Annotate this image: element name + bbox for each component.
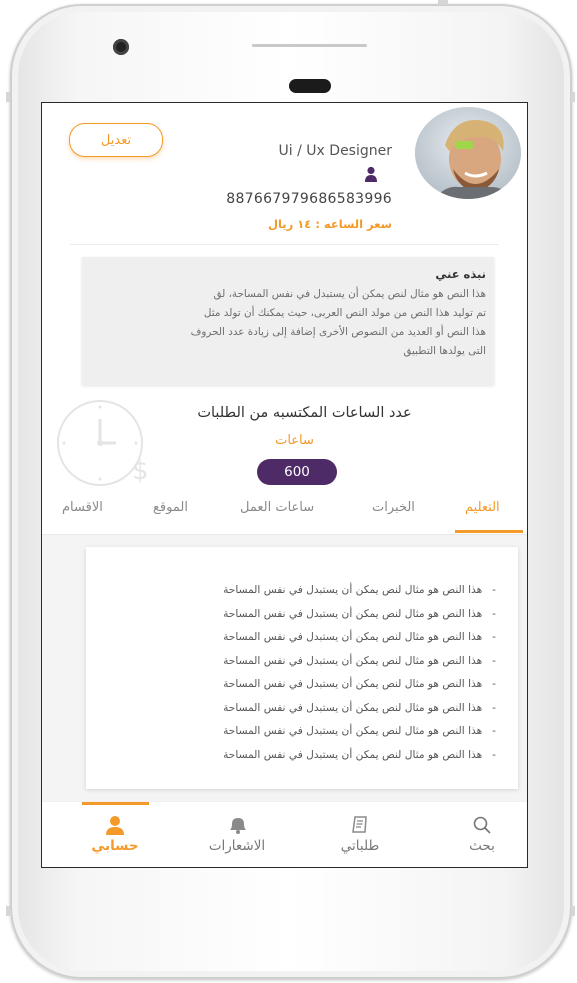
earpiece — [289, 79, 331, 93]
side-button — [6, 92, 10, 102]
side-button — [571, 906, 575, 916]
edit-profile-button[interactable]: تعديل — [69, 123, 163, 157]
about-line: هذا النص أو العديد من النصوص الأخرى إضاف… — [190, 326, 486, 338]
hours-title: عدد الساعات المكتسبه من الطلبات — [197, 405, 412, 421]
list-item: -هذا النص هو مثال لنص يمكن أن يستبدل في … — [223, 748, 496, 761]
profile-tabs: التعليم الخبرات ساعات العمل الموقع الاقس… — [42, 498, 527, 535]
tab-education[interactable]: التعليم — [465, 500, 500, 515]
side-button — [571, 92, 575, 102]
orders-icon — [352, 816, 367, 833]
tab-experience[interactable]: الخبرات — [372, 500, 415, 515]
job-title: Ui / Ux Designer — [278, 143, 392, 159]
front-camera — [113, 39, 129, 55]
nav-active-indicator — [82, 802, 149, 805]
hours-badge: 600 — [257, 459, 337, 485]
education-list: -هذا النص هو مثال لنص يمكن أن يستبدل في … — [86, 579, 496, 767]
about-line: هذا النص هو مثال لنص يمكن أن يستبدل في ن… — [213, 288, 486, 300]
list-item: -هذا النص هو مثال لنص يمكن أن يستبدل في … — [223, 678, 496, 690]
person-icon — [365, 166, 377, 182]
search-icon — [473, 816, 491, 834]
svg-text:$: $ — [132, 456, 149, 486]
list-item: -هذا النص هو مثال لنص يمكن أن يستبدل في … — [223, 607, 496, 620]
list-item: -هذا النص هو مثال لنص يمكن أن يستبدل في … — [223, 725, 496, 737]
nav-item-orders[interactable]: طلباتي — [310, 814, 410, 854]
bottom-nav: حسابي الاشعارات طلباتي بحث — [42, 801, 527, 867]
hourly-rate: سعر الساعه : ١٤ ريال — [268, 217, 392, 231]
avatar-photo — [415, 107, 521, 199]
nav-label: الاشعارات — [208, 838, 266, 854]
speaker-grille — [252, 44, 367, 47]
nav-label: طلباتي — [340, 838, 380, 854]
about-line: تم توليد هذا النص من مولد النص العربى، ح… — [203, 307, 486, 319]
top-button — [438, 0, 448, 5]
side-button — [6, 906, 10, 916]
divider — [70, 244, 499, 245]
nav-item-account[interactable]: حسابي — [65, 814, 165, 854]
app-screen: تعديل Ui / Ux Designer 88766797968658399… — [41, 102, 528, 868]
list-item: -هذا النص هو مثال لنص يمكن أن يستبدل في … — [223, 654, 496, 667]
avatar[interactable] — [415, 107, 521, 199]
phone-number: 887667979686583996 — [226, 191, 392, 207]
bell-icon — [230, 818, 246, 834]
tab-working-hours[interactable]: ساعات العمل — [240, 500, 314, 515]
list-item: -هذا النص هو مثال لنص يمكن أن يستبدل في … — [223, 631, 496, 643]
about-title: نبذه عني — [435, 267, 486, 281]
nav-item-notifications[interactable]: الاشعارات — [187, 814, 287, 854]
hours-unit: ساعات — [275, 433, 314, 448]
active-tab-indicator — [455, 530, 523, 533]
tab-categories[interactable]: الاقسام — [62, 500, 103, 515]
education-card: -هذا النص هو مثال لنص يمكن أن يستبدل في … — [86, 547, 518, 789]
list-item: -هذا النص هو مثال لنص يمكن أن يستبدل في … — [223, 701, 496, 714]
nav-label: حسابي — [91, 838, 139, 854]
about-card: نبذه عني هذا النص هو مثال لنص يمكن أن يس… — [82, 257, 494, 385]
nav-item-search[interactable]: بحث — [432, 814, 527, 854]
list-item: -هذا النص هو مثال لنص يمكن أن يستبدل في … — [223, 584, 496, 596]
user-icon — [106, 816, 124, 835]
tab-location[interactable]: الموقع — [153, 500, 188, 515]
nav-label: بحث — [469, 838, 495, 854]
about-line: التى يولدها التطبيق — [403, 345, 486, 357]
